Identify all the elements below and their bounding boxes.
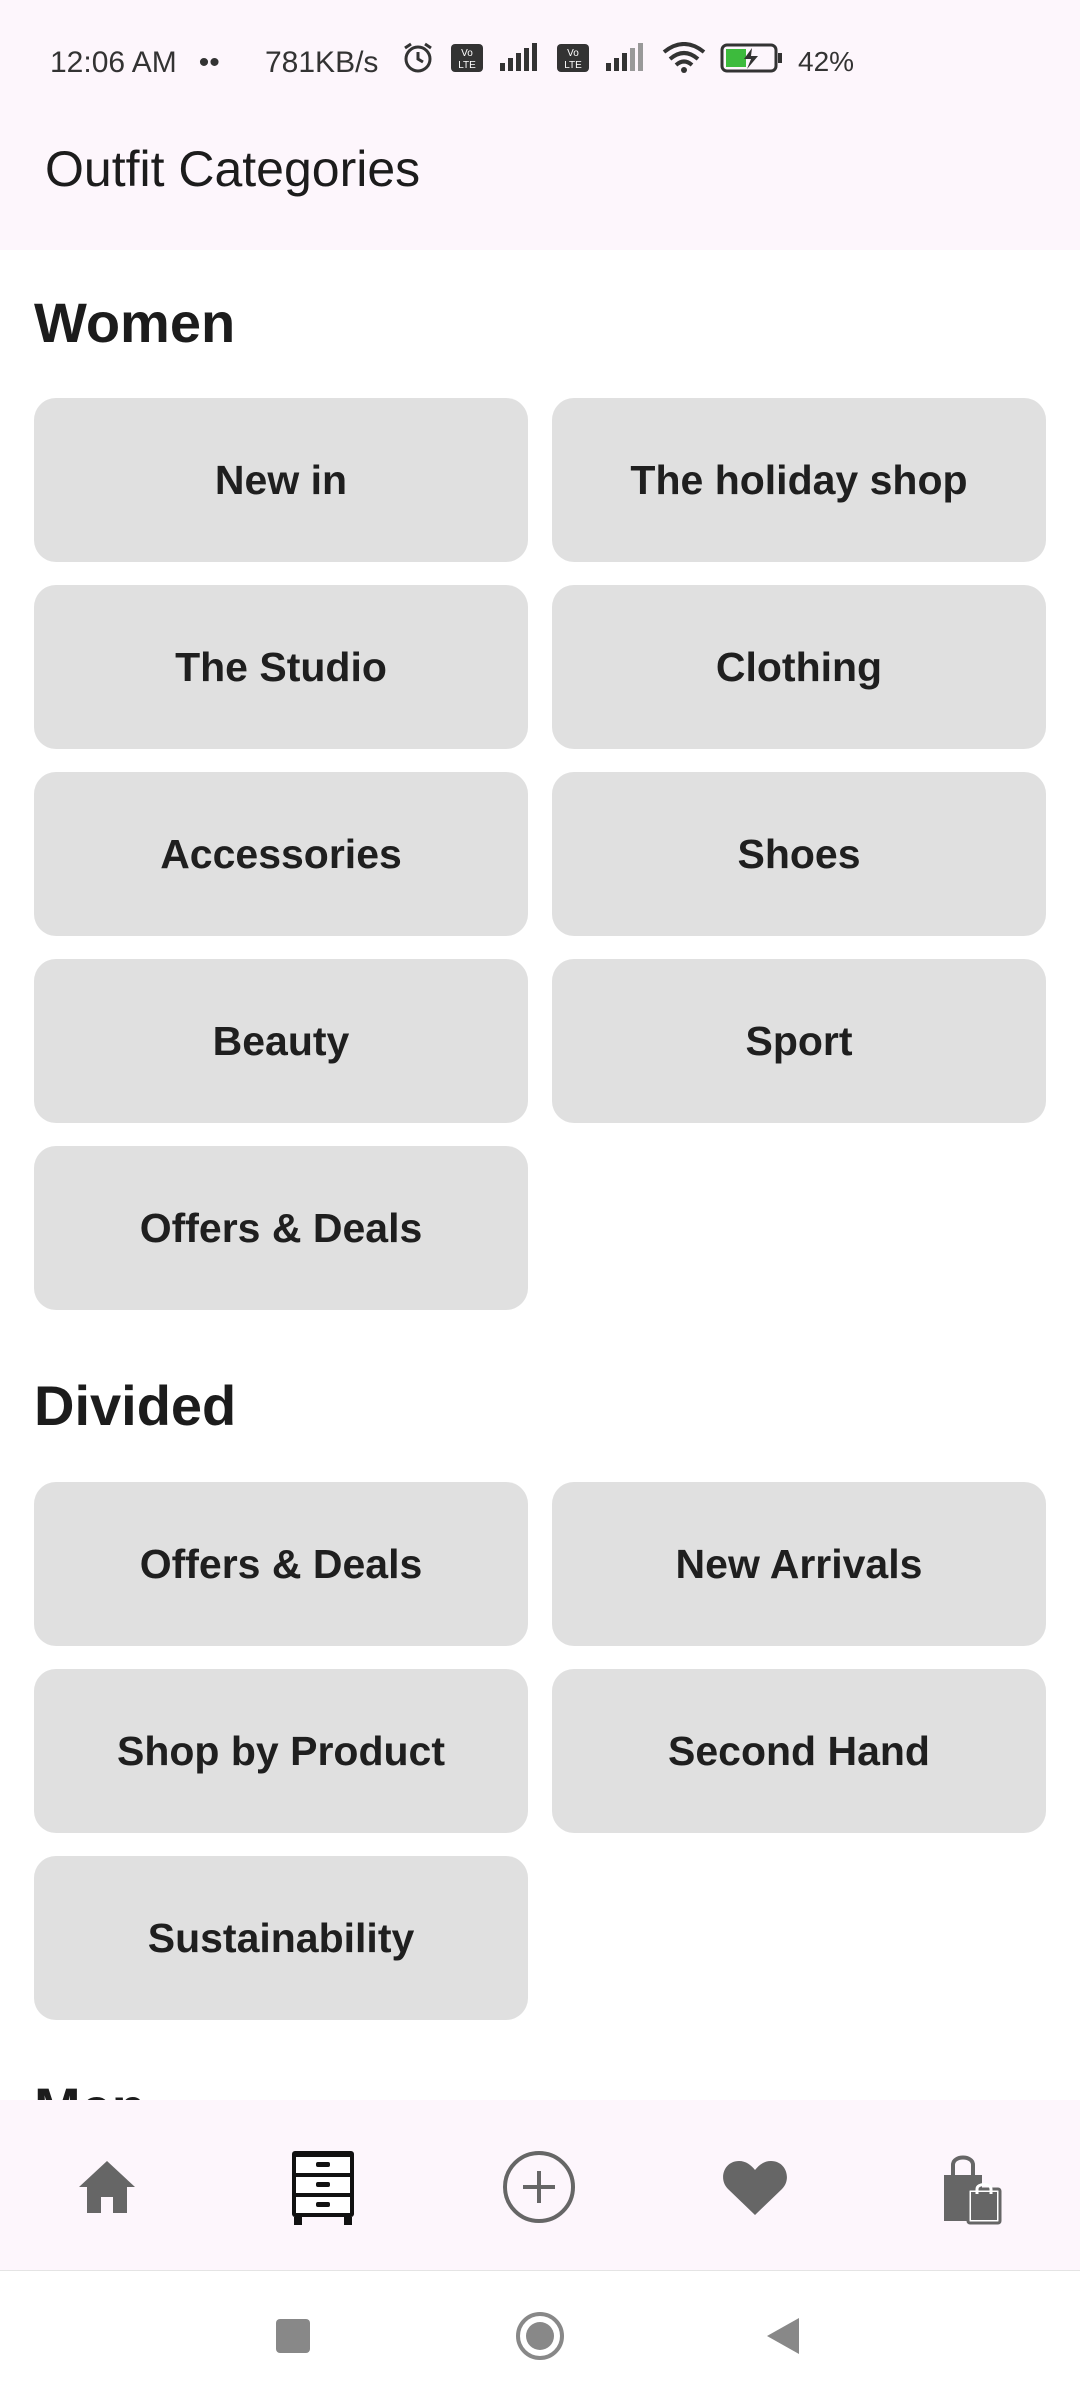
home-icon[interactable] [62, 2142, 152, 2232]
category-tile[interactable]: Sport [552, 959, 1046, 1123]
category-tile[interactable]: Shop by Product [34, 1669, 528, 1833]
status-time: 12:06 AM [50, 46, 177, 79]
section-title-women: Women [34, 291, 236, 354]
category-tile[interactable]: Clothing [552, 585, 1046, 749]
category-tile[interactable]: Beauty [34, 959, 528, 1123]
category-tile[interactable]: Second Hand [552, 1669, 1046, 1833]
page-title: Outfit Categories [45, 141, 421, 197]
network-speed: 781KB/s [265, 46, 379, 79]
alarm-icon [400, 40, 436, 84]
category-tile[interactable]: Shoes [552, 772, 1046, 936]
shopping-bags-icon[interactable] [926, 2142, 1016, 2232]
status-bar: 12:06 AM •• 781KB/s Vo LTE Vo LTE 42% [0, 0, 1080, 130]
category-tile[interactable]: The Studio [34, 585, 528, 749]
category-tile[interactable]: New in [34, 398, 528, 562]
app-bar: Outfit Categories [0, 130, 1080, 250]
signal-icon [498, 43, 542, 81]
category-tile[interactable]: Sustainability [34, 1856, 528, 2020]
svg-text:Vo: Vo [567, 48, 579, 59]
home-button-icon[interactable] [515, 2311, 565, 2361]
category-tile[interactable]: New Arrivals [552, 1482, 1046, 1646]
category-tile[interactable]: Accessories [34, 772, 528, 936]
category-tile[interactable]: Offers & Deals [34, 1482, 528, 1646]
category-tile[interactable]: Offers & Deals [34, 1146, 528, 1310]
battery-percent: 42% [798, 46, 855, 77]
volte-icon: Vo LTE [450, 43, 484, 81]
wardrobe-icon[interactable] [278, 2142, 368, 2232]
status-dots: •• [198, 46, 220, 79]
add-circle-icon[interactable] [494, 2142, 584, 2232]
back-icon[interactable] [758, 2311, 808, 2361]
section-title-men: Men [34, 2075, 146, 2100]
category-tile[interactable]: The holiday shop [552, 398, 1046, 562]
status-icons: Vo LTE Vo LTE 42% [400, 40, 854, 84]
wifi-icon [662, 42, 706, 82]
bottom-navigation [0, 2100, 1080, 2270]
battery-icon [720, 42, 784, 82]
heart-icon[interactable] [710, 2142, 800, 2232]
category-list[interactable]: Women New in The holiday shop The Studio… [0, 250, 1080, 2100]
svg-text:LTE: LTE [564, 60, 582, 71]
volte-icon-2: Vo LTE [556, 43, 590, 81]
status-time-group: 12:06 AM •• [50, 46, 220, 80]
signal-icon-2 [604, 43, 648, 81]
recent-apps-icon[interactable] [268, 2311, 318, 2361]
svg-text:Vo: Vo [461, 48, 473, 59]
svg-text:LTE: LTE [458, 60, 476, 71]
section-title-divided: Divided [34, 1374, 237, 1437]
system-navigation-bar [0, 2270, 1080, 2401]
